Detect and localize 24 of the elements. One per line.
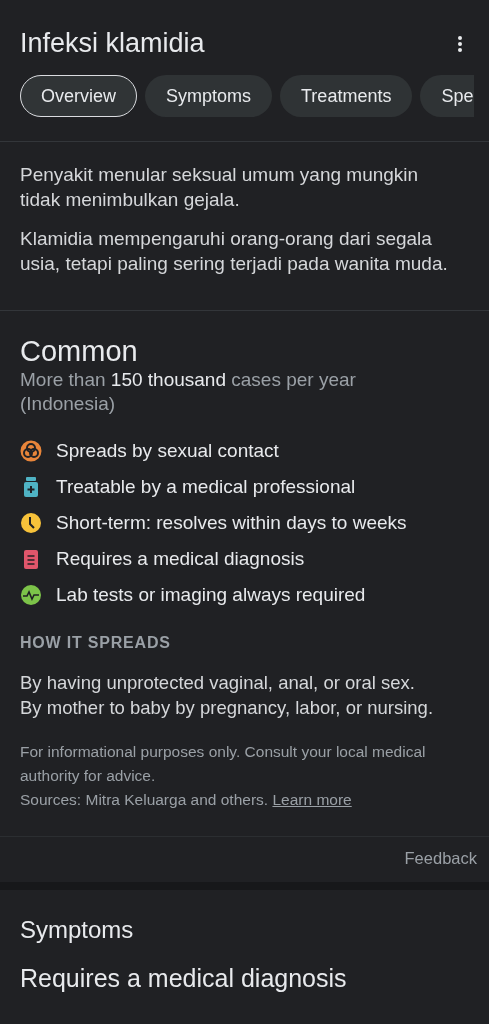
prevalence-detail: More than 150 thousand cases per year (Indonesia) [20,368,357,416]
tab[interactable]: Symptoms [145,75,273,117]
tab[interactable]: Spe [420,75,475,117]
fact-text: Lab tests or imaging always required [56,584,366,606]
fact-text: Short-term: resolves within days to weeks [56,512,407,534]
tab[interactable]: Overview [20,75,137,117]
fact-text: Requires a medical diagnosis [56,548,305,570]
feedback-link[interactable]: Feedback [404,849,477,868]
prevalence-heading: Common [20,335,139,368]
more-options-icon[interactable] [457,34,463,53]
spread-text: By having unprotected vaginal, anal, or oral sex. [20,671,416,695]
section-heading: HOW IT SPREADS [20,634,172,652]
learn-more-link[interactable]: Learn more [272,791,352,808]
symptoms-subheading: Requires a medical diagnosis [20,964,348,993]
description-text: Klamidia mempengaruhi orang-orang dari segala usia, tetapi paling sering terjadi pada wanita muda. [20,227,449,276]
fact-text: Spreads by sexual contact [56,440,279,462]
spread-text: By mother to baby by pregnancy, labor, or nursing. [20,696,435,720]
fact-text: Treatable by a medical professional [56,476,356,498]
page-title: Infeksi klamidia [20,28,205,59]
sources-text: Sources: Mitra Keluarga and others. Learn more [20,790,353,810]
symptoms-heading: Symptoms [20,916,135,944]
tab[interactable]: Treatments [280,75,413,117]
description-text: Penyakit menular seksual umum yang mungkin tidak menimbulkan gejala. [20,163,420,212]
disclaimer-text: For informational purposes only. Consult your local medical authority for advice. [20,742,427,786]
